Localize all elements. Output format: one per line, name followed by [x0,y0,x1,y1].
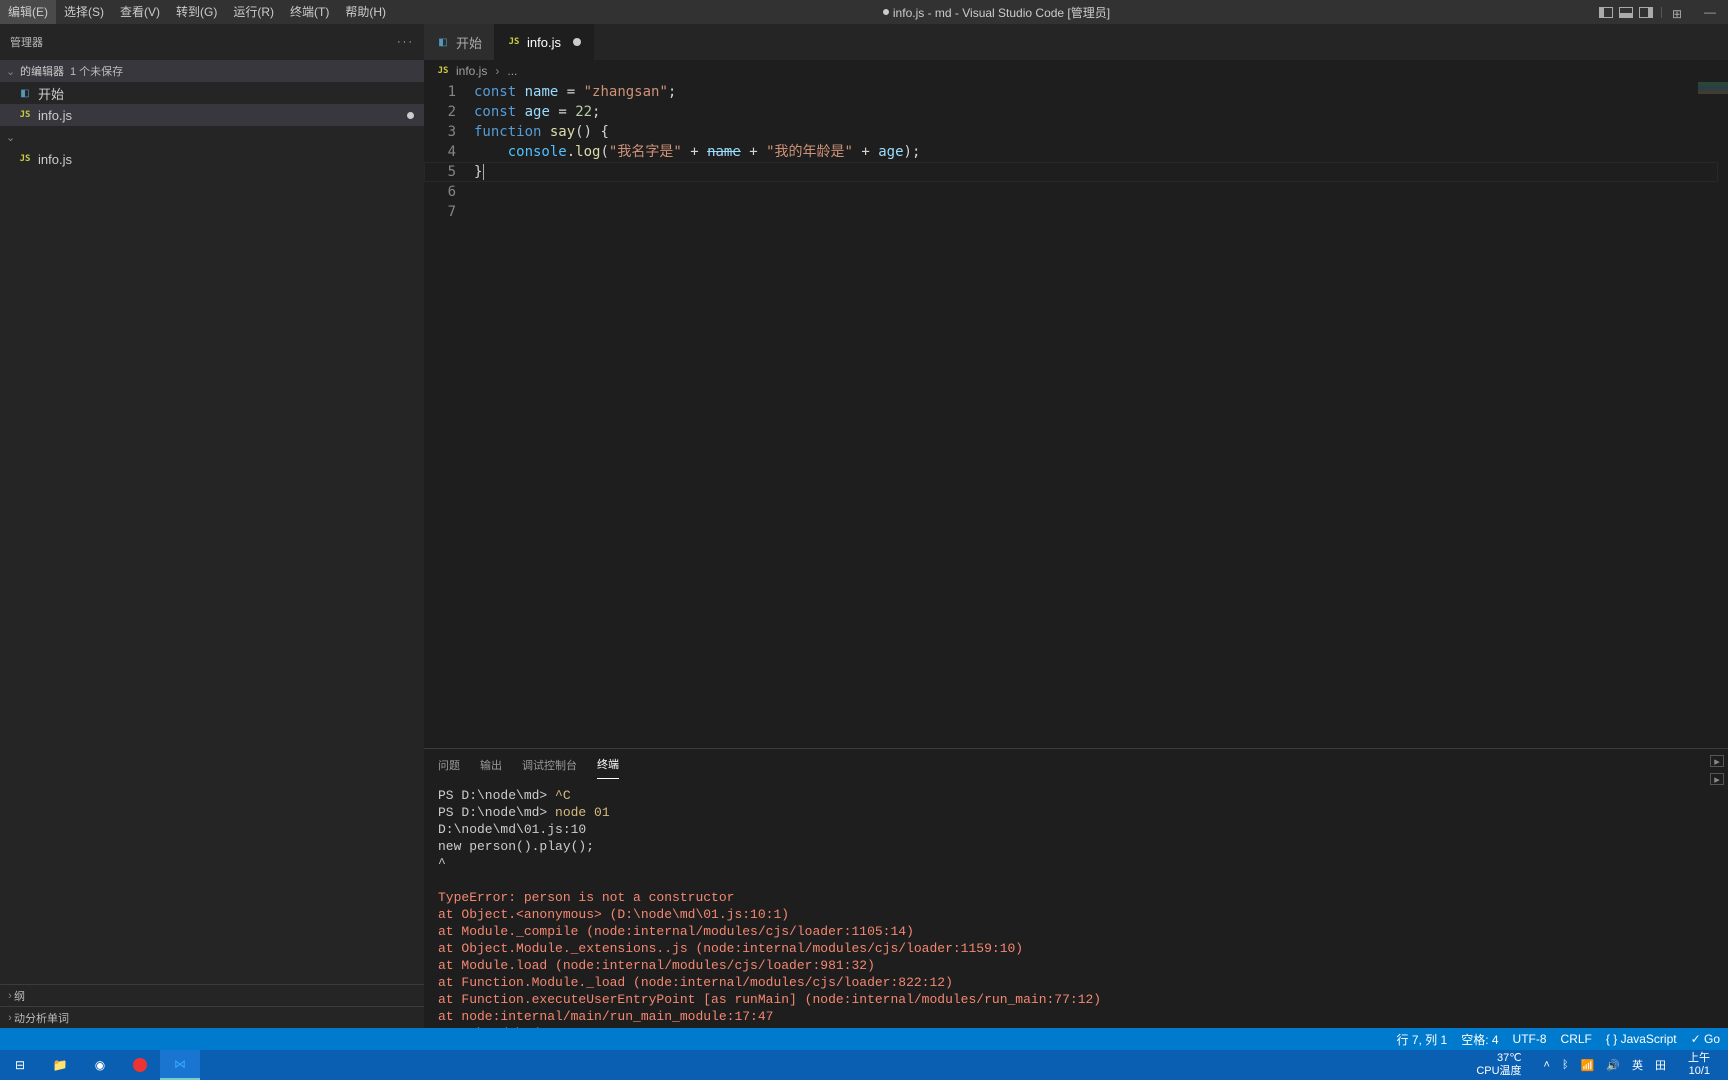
status-cursor-position[interactable]: 行 7, 列 1 [1397,1031,1448,1048]
menu-select[interactable]: 选择(S) [56,0,112,24]
windows-taskbar: ⊟ 📁 ◉ ⋈ 37℃ CPU温度 ˄ ᛒ 📶 🔊 英 田 上午 10/1 [0,1050,1728,1080]
tab-info[interactable]: JS info.js [495,24,594,60]
title-icons: ⊞ ― [1599,5,1728,19]
js-file-icon: JS [18,152,32,166]
menu-view[interactable]: 查看(V) [112,0,168,24]
taskbar-chrome-icon[interactable]: ◉ [80,1050,120,1080]
dirty-dot-icon [573,38,581,46]
status-indent[interactable]: 空格: 4 [1461,1031,1498,1048]
status-eol[interactable]: CRLF [1561,1032,1592,1046]
breadcrumb[interactable]: JS info.js › ... [424,60,1728,82]
panel-tab-debug[interactable]: 调试控制台 [522,757,577,779]
panel-tab-problems[interactable]: 问题 [438,757,460,779]
tray-chevron-icon[interactable]: ˄ [1544,1059,1550,1071]
tray-bluetooth-icon[interactable]: ᛒ [1562,1059,1569,1071]
menu-edit[interactable]: 编辑(E) [0,0,56,24]
taskbar-record-icon[interactable] [120,1050,160,1080]
file-info-js[interactable]: JS info.js [0,148,424,170]
explorer-header: 管理器 ··· [0,24,424,60]
tab-start[interactable]: ◧ 开始 [424,24,495,60]
explorer-title: 管理器 [10,34,43,50]
tray-ime-mode[interactable]: 田 [1655,1057,1666,1073]
breadcrumb-file: info.js [456,64,487,78]
window-title-text: info.js - md - Visual Studio Code [管理员] [893,4,1110,21]
tab-start-label: 开始 [456,33,482,52]
taskbar-vscode-icon[interactable]: ⋈ [160,1050,200,1080]
vscode-start-icon: ◧ [18,86,32,100]
tray-ime-lang[interactable]: 英 [1632,1057,1643,1073]
status-language[interactable]: { } JavaScript [1606,1032,1677,1046]
status-bar: 行 7, 列 1 空格: 4 UTF-8 CRLF { } JavaScript… [0,1028,1728,1050]
tray-volume-icon[interactable]: 🔊 [1606,1059,1620,1072]
outline-label: 纲 [14,988,25,1004]
open-editor-info[interactable]: JS info.js [0,104,424,126]
open-editors-label: 的编辑器 [20,63,64,79]
open-editor-info-label: info.js [38,108,72,123]
taskbar-clock[interactable]: 上午 10/1 [1678,1052,1720,1078]
panel-tabs: 问题 输出 调试控制台 终端 [424,749,1728,779]
terminal-split-icon[interactable]: ▸ [1710,755,1724,767]
file-info-label: info.js [38,152,72,167]
status-go[interactable]: ✓ Go [1691,1032,1720,1046]
minimap[interactable] [1698,82,1728,94]
menu-run[interactable]: 运行(R) [225,0,282,24]
code-editor[interactable]: 123 456 7 const name = "zhangsan"; const… [424,82,1728,748]
menu-help[interactable]: 帮助(H) [337,0,394,24]
taskbar-explorer-icon[interactable]: 📁 [40,1050,80,1080]
open-editor-start-label: 开始 [38,84,64,103]
taskbar-search-icon[interactable]: ⊟ [0,1050,40,1080]
terminal-kill-icon[interactable]: ▸ [1710,773,1724,785]
title-bar: 编辑(E) 选择(S) 查看(V) 转到(G) 运行(R) 终端(T) 帮助(H… [0,0,1728,24]
terminal[interactable]: PS D:\node\md> ^C PS D:\node\md> node 01… [424,779,1728,1028]
analysis-label: 动分析单词 [14,1010,69,1026]
taskbar-weather[interactable]: 37℃ CPU温度 [1466,1052,1531,1078]
dirty-dot-icon [407,112,414,119]
outline-section[interactable]: › 纲 [0,984,424,1006]
bottom-panel: 问题 输出 调试控制台 终端 ▸ ▸ PS D:\node\md> ^C PS … [424,748,1728,1028]
layout-right-icon[interactable] [1639,7,1653,18]
menu-goto[interactable]: 转到(G) [168,0,225,24]
js-file-icon: JS [507,35,521,49]
menu-bar: 编辑(E) 选择(S) 查看(V) 转到(G) 运行(R) 终端(T) 帮助(H… [0,0,394,24]
minimize-icon[interactable]: ― [1698,5,1722,19]
explorer-more-icon[interactable]: ··· [397,36,414,48]
editor-tabs: ◧ 开始 JS info.js [424,24,1728,60]
chevron-down-icon: ⌄ [6,131,14,144]
unsaved-count: 1 个未保存 [70,63,123,79]
panel-tab-terminal[interactable]: 终端 [597,756,619,779]
panel-side-controls: ▸ ▸ [1710,755,1724,785]
open-editors-section[interactable]: ⌄ 的编辑器 1 个未保存 [0,60,424,82]
layout-bottom-icon[interactable] [1619,7,1633,18]
js-file-icon: JS [18,108,32,122]
js-file-icon: JS [436,64,450,78]
customize-layout-icon[interactable]: ⊞ [1672,7,1688,18]
explorer-sidebar: 管理器 ··· ⌄ 的编辑器 1 个未保存 ◧ 开始 JS info.js ⌄ … [0,24,424,1028]
chevron-down-icon: ⌄ [6,65,14,78]
menu-terminal[interactable]: 终端(T) [282,0,337,24]
tab-info-label: info.js [527,35,561,50]
folder-section[interactable]: ⌄ [0,126,424,148]
panel-tab-output[interactable]: 输出 [480,757,502,779]
tray-wifi-icon[interactable]: 📶 [1581,1059,1595,1072]
open-editor-start[interactable]: ◧ 开始 [0,82,424,104]
code-content[interactable]: const name = "zhangsan"; const age = 22;… [474,82,1728,748]
window-title: info.js - md - Visual Studio Code [管理员] [394,4,1599,21]
vscode-start-icon: ◧ [436,35,450,49]
analysis-section[interactable]: › 动分析单词 [0,1006,424,1028]
text-cursor [483,164,484,180]
breadcrumb-rest: ... [507,64,517,78]
dirty-dot-icon [883,9,889,15]
chevron-right-icon: › [6,1012,14,1024]
status-encoding[interactable]: UTF-8 [1513,1032,1547,1046]
chevron-right-icon: › [6,990,14,1002]
layout-left-icon[interactable] [1599,7,1613,18]
chevron-right-icon: › [493,64,501,78]
editor-group: ◧ 开始 JS info.js JS info.js › ... 123 456… [424,24,1728,1028]
line-gutter: 123 456 7 [424,82,474,748]
